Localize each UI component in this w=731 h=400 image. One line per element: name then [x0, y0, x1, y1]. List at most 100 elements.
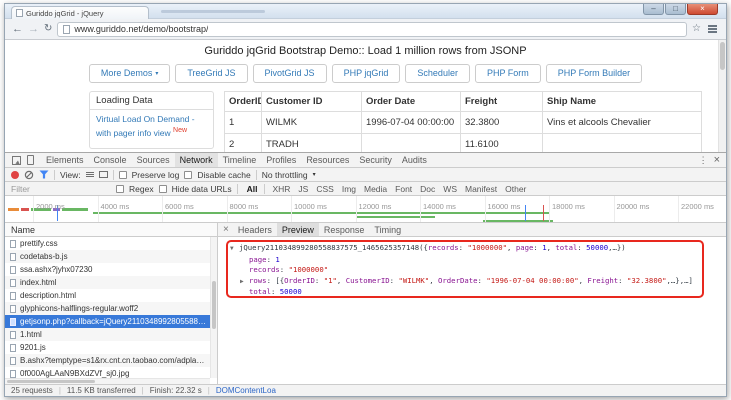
devtools-tab-timeline[interactable]: Timeline: [218, 153, 262, 167]
json-key: OrderID: [284, 276, 315, 285]
disable-cache-checkbox[interactable]: [184, 171, 192, 179]
network-overview-timeline[interactable]: 2000 ms4000 ms6000 ms8000 ms10000 ms1200…: [5, 196, 726, 223]
requests-column-header[interactable]: Name: [5, 223, 217, 237]
devtools-tab-resources[interactable]: Resources: [301, 153, 354, 167]
collapse-arrow-icon[interactable]: ▼: [230, 244, 239, 255]
page-scrollbar[interactable]: [718, 40, 726, 152]
demo-nav-button[interactable]: More Demos▾: [89, 64, 171, 83]
clear-icon[interactable]: [24, 170, 34, 180]
request-row[interactable]: glyphicons-halflings-regular.woff2: [5, 302, 217, 315]
request-row[interactable]: codetabs-b.js: [5, 250, 217, 263]
devtools-tab-profiles[interactable]: Profiles: [261, 153, 301, 167]
demo-nav-button[interactable]: PHP jqGrid: [332, 64, 401, 83]
devtools-tab-elements[interactable]: Elements: [41, 153, 89, 167]
filter-type-all[interactable]: All: [243, 184, 266, 194]
scrollbar-thumb[interactable]: [720, 42, 725, 70]
devtools-panel: ElementsConsoleSourcesNetworkTimelinePro…: [5, 152, 726, 396]
expand-arrow-icon[interactable]: ▶: [240, 277, 249, 288]
filter-type-js[interactable]: JS: [294, 184, 312, 194]
devtools-menu-icon[interactable]: ⋮: [699, 156, 708, 165]
minimize-button[interactable]: –: [643, 4, 664, 15]
maximize-button[interactable]: □: [665, 4, 686, 15]
preserve-log-checkbox[interactable]: [119, 171, 127, 179]
hide-data-urls-checkbox[interactable]: [159, 185, 167, 193]
forward-button[interactable]: →: [28, 24, 39, 35]
scrollbar-thumb[interactable]: [7, 380, 95, 383]
filter-type-doc[interactable]: Doc: [416, 184, 439, 194]
requests-horizontal-scrollbar[interactable]: [5, 378, 210, 384]
demo-nav-button[interactable]: PHP Form Builder: [546, 64, 642, 83]
filter-type-css[interactable]: CSS: [312, 184, 337, 194]
close-button[interactable]: ×: [687, 4, 718, 15]
request-row[interactable]: 9201.js: [5, 341, 217, 354]
detail-tab-preview[interactable]: Preview: [277, 223, 319, 236]
window-titlebar[interactable]: Guriddo jqGrid - jQuery – □ ×: [5, 4, 726, 19]
scrollbar-thumb[interactable]: [212, 281, 216, 329]
large-rows-toggle-icon[interactable]: [86, 172, 94, 177]
file-icon: [10, 344, 16, 352]
demo-nav-button[interactable]: Scheduler: [405, 64, 470, 83]
filter-type-other[interactable]: Other: [501, 184, 530, 194]
demo-nav-button-label: PHP jqGrid: [344, 69, 389, 78]
request-row[interactable]: getjsonp.php?callback=jQuery211034899280…: [5, 315, 217, 328]
filter-type-xhr[interactable]: XHR: [268, 184, 294, 194]
request-row[interactable]: description.html: [5, 289, 217, 302]
timeline-tick-label: 22000 ms: [681, 202, 714, 211]
grid-column-header[interactable]: Customer ID: [261, 92, 361, 111]
detail-close-button[interactable]: ×: [223, 225, 229, 235]
grid-row[interactable]: 1WILMK1996-07-04 00:00:0032.3800Vins et …: [224, 112, 702, 134]
filter-type-img[interactable]: Img: [338, 184, 360, 194]
reload-button[interactable]: ↻: [44, 24, 52, 34]
grid-cell: 1: [224, 112, 261, 133]
requests-vertical-scrollbar[interactable]: [210, 237, 217, 378]
devtools-tab-network[interactable]: Network: [175, 153, 218, 167]
detail-tab-timing[interactable]: Timing: [369, 223, 406, 236]
devtools-tab-audits[interactable]: Audits: [397, 153, 432, 167]
devtools-tab-sources[interactable]: Sources: [132, 153, 175, 167]
bookmark-star-icon[interactable]: ☆: [692, 24, 701, 34]
back-button[interactable]: ←: [12, 24, 23, 35]
overview-toggle-icon[interactable]: [99, 171, 108, 178]
throttling-dropdown[interactable]: No throttling: [262, 170, 308, 180]
demo-nav-button[interactable]: TreeGrid JS: [175, 64, 247, 83]
request-row[interactable]: index.html: [5, 276, 217, 289]
request-row[interactable]: 1.html: [5, 328, 217, 341]
json-key: total: [555, 243, 577, 252]
grid-row[interactable]: 2TRADH11.6100: [224, 134, 702, 152]
grid-column-header[interactable]: Ship Name: [542, 92, 702, 111]
devtools-close-button[interactable]: ×: [714, 155, 720, 166]
file-icon: [10, 253, 16, 261]
address-bar[interactable]: www.guriddo.net/demo/bootstrap/: [57, 22, 687, 37]
timeline-tick: 2000 ms: [33, 196, 65, 222]
filter-type-ws[interactable]: WS: [439, 184, 461, 194]
record-button[interactable]: [11, 171, 19, 179]
grid-column-header[interactable]: Order Date: [361, 92, 460, 111]
filter-type-media[interactable]: Media: [360, 184, 391, 194]
browser-tab[interactable]: Guriddo jqGrid - jQuery: [11, 6, 149, 19]
json-plain: :: [280, 265, 289, 274]
device-toolbar-icon[interactable]: [27, 155, 34, 165]
inspect-element-icon[interactable]: [12, 156, 21, 165]
grid-column-header[interactable]: Freight: [460, 92, 542, 111]
filter-type-font[interactable]: Font: [391, 184, 416, 194]
detail-tab-headers[interactable]: Headers: [233, 223, 277, 236]
devtools-tab-console[interactable]: Console: [89, 153, 132, 167]
demo-nav-button[interactable]: PHP Form: [475, 64, 541, 83]
panel-item-link[interactable]: Virtual Load On Demand - with pager info…: [90, 110, 213, 148]
detail-tab-response[interactable]: Response: [319, 223, 370, 236]
filter-input[interactable]: [11, 184, 111, 194]
request-row[interactable]: B.ashx?temptype=s1&rx.cnt.cn.taobao.com/…: [5, 354, 217, 367]
demo-nav-button[interactable]: PivotGrid JS: [253, 64, 327, 83]
regex-checkbox[interactable]: [116, 185, 124, 193]
browser-menu-icon[interactable]: [706, 24, 719, 34]
json-num: 1: [275, 255, 279, 264]
grid-column-header[interactable]: OrderID: [224, 92, 261, 111]
filter-type-manifest[interactable]: Manifest: [461, 184, 501, 194]
file-icon: [10, 292, 16, 300]
request-row[interactable]: ssa.ashx?jyhx07230: [5, 263, 217, 276]
devtools-tab-security[interactable]: Security: [354, 153, 397, 167]
status-item: 11.5 KB transferred: [67, 386, 136, 395]
filter-icon[interactable]: [39, 170, 49, 179]
request-row[interactable]: prettify.css: [5, 237, 217, 250]
request-name: 0f000AgLAaN9BXdZVf_sj0.jpg: [20, 369, 129, 378]
